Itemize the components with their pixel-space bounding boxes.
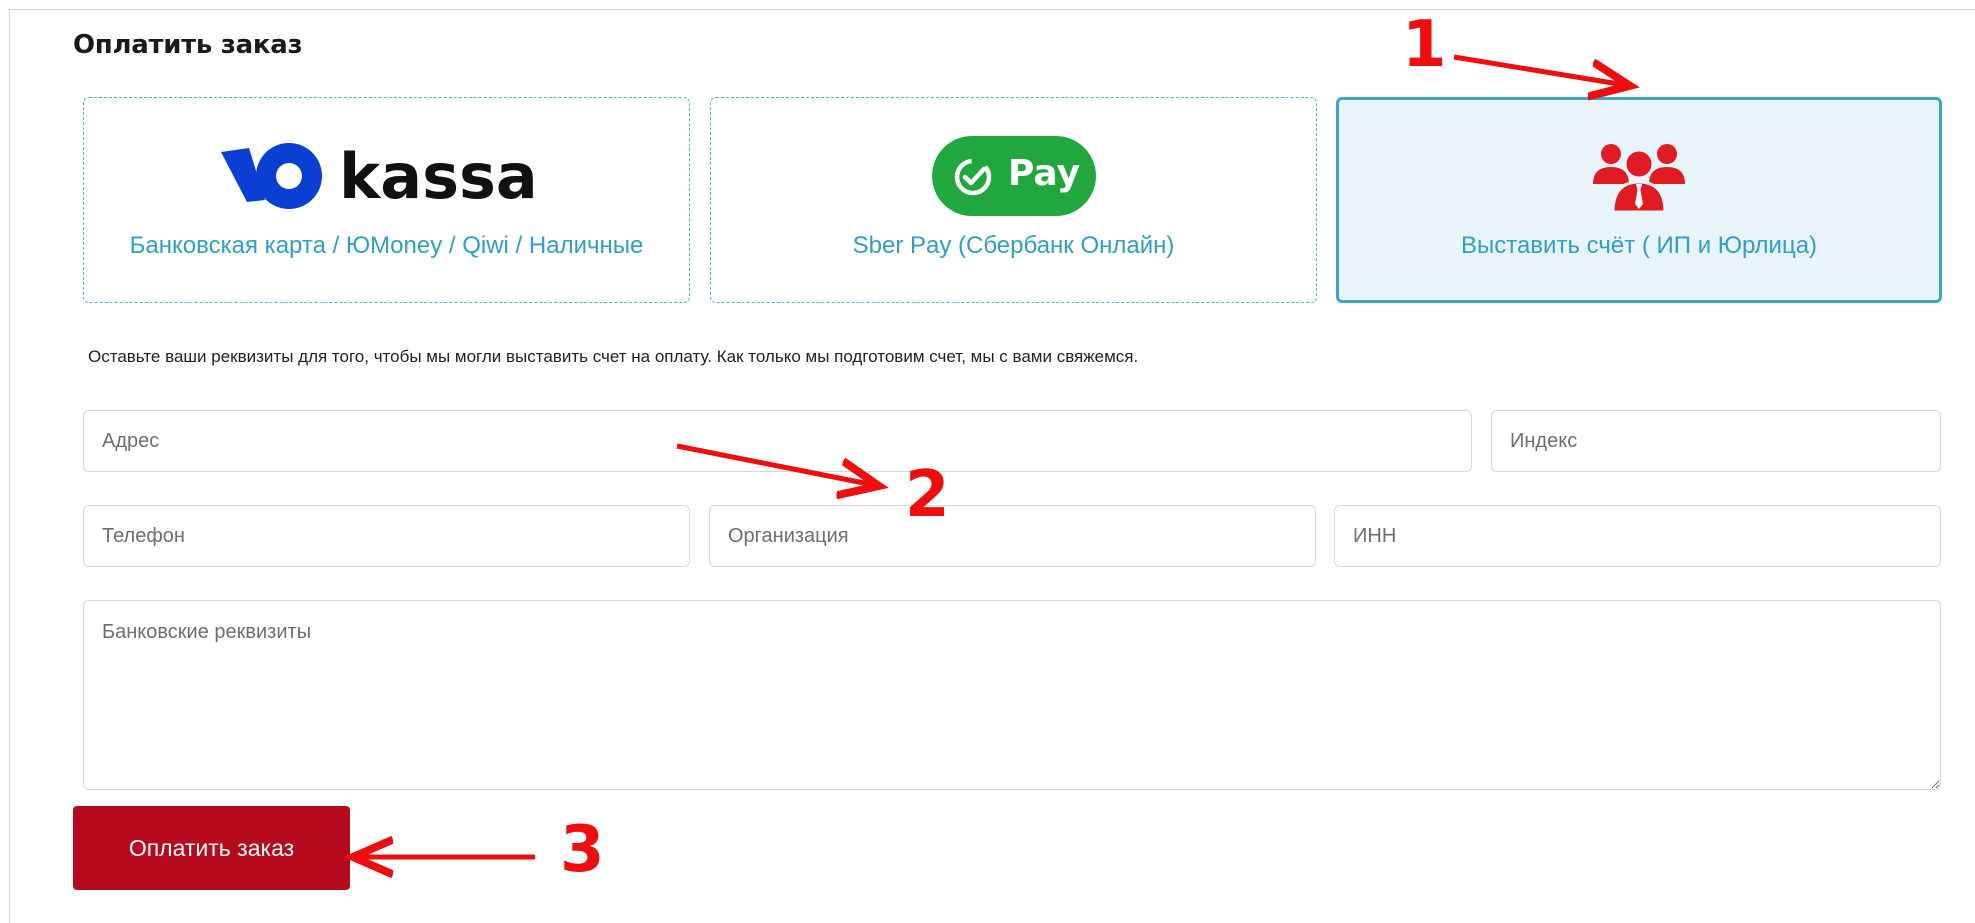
payment-option-invoice-label: Выставить счёт ( ИП и Юрлица)	[1460, 232, 1818, 259]
organization-input[interactable]	[709, 505, 1316, 567]
annotation-number-3: 3	[560, 813, 605, 887]
annotation-number-1: 1	[1402, 8, 1447, 82]
sberpay-logo-icon: Pay	[928, 136, 1096, 216]
payment-option-invoice[interactable]: Выставить счёт ( ИП и Юрлица)	[1336, 97, 1942, 303]
page-title: Оплатить заказ	[73, 30, 303, 60]
yookassa-logo-text: kassa	[339, 140, 538, 213]
sberpay-logo-text: Pay	[1008, 153, 1081, 194]
submit-order-button[interactable]: Оплатить заказ	[73, 806, 350, 890]
payment-option-sberpay[interactable]: Pay Sber Pay (Сбербанк Онлайн)	[710, 97, 1317, 303]
bank-details-textarea[interactable]	[83, 600, 1941, 790]
payment-option-yookassa[interactable]: kassa Банковская карта / ЮMoney / Qiwi /…	[83, 97, 690, 303]
inn-input[interactable]	[1334, 505, 1941, 567]
payment-option-sberpay-label: Sber Pay (Сбербанк Онлайн)	[852, 232, 1175, 259]
payment-option-yookassa-label: Банковская карта / ЮMoney / Qiwi / Налич…	[129, 232, 644, 259]
invoice-note: Оставьте ваши реквизиты для того, чтобы …	[88, 347, 1139, 366]
yookassa-logo-icon: kassa	[221, 140, 538, 213]
people-group-icon	[1593, 144, 1685, 212]
postcode-input[interactable]	[1491, 410, 1941, 472]
sberpay-pill: Pay	[932, 136, 1096, 216]
phone-input[interactable]	[83, 505, 690, 567]
address-input[interactable]	[83, 410, 1472, 472]
sber-check-icon	[954, 158, 992, 196]
annotation-number-2: 2	[905, 458, 950, 532]
